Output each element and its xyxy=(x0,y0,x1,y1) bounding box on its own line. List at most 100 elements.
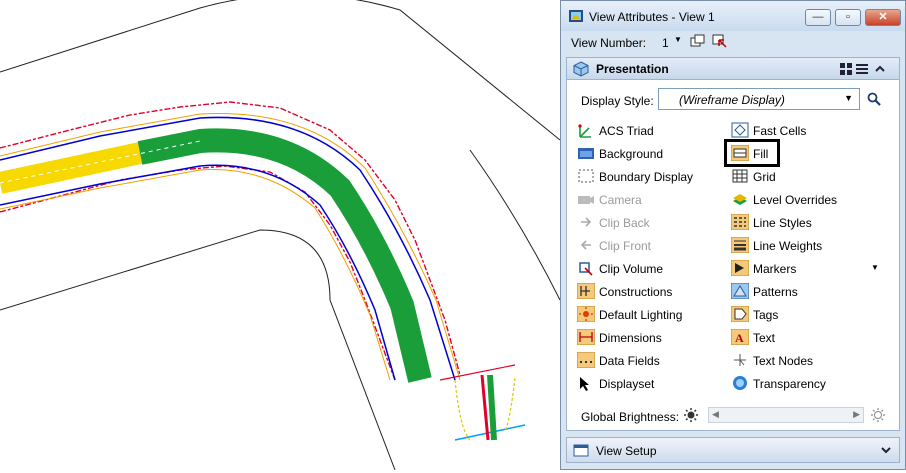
acs-triad-icon xyxy=(578,124,591,138)
presentation-item-patterns[interactable]: Patterns xyxy=(731,281,881,301)
presentation-item-line-styles[interactable]: Line Styles xyxy=(731,212,881,232)
background-icon xyxy=(578,148,594,159)
global-brightness-slider[interactable]: ◀ ▶ xyxy=(708,407,864,423)
presentation-item-default-lighting[interactable]: Default Lighting xyxy=(577,304,727,324)
presentation-item-label: ACS Triad xyxy=(599,124,654,138)
patterns-icon xyxy=(731,283,749,299)
presentation-item-line-weights[interactable]: Line Weights xyxy=(731,235,881,255)
cad-view-canvas[interactable] xyxy=(0,0,561,471)
presentation-item-label: Clip Front xyxy=(599,239,652,253)
tags-icon xyxy=(731,306,749,322)
presentation-title: Presentation xyxy=(596,62,669,76)
slider-left-arrow-icon[interactable]: ◀ xyxy=(712,409,719,420)
presentation-item-background[interactable]: Background xyxy=(577,143,727,163)
presentation-item-label: Displayset xyxy=(599,377,655,391)
minimize-button[interactable]: — xyxy=(805,9,831,26)
chevron-down-icon: ▼ xyxy=(844,93,853,103)
view-number-dropdown-icon[interactable]: ▼ xyxy=(674,35,682,44)
dimensions-icon xyxy=(577,329,595,345)
presentation-item-label: Dimensions xyxy=(599,331,662,345)
default-lighting-icon xyxy=(577,306,595,322)
presentation-item-label: Line Styles xyxy=(753,216,812,230)
presentation-item-level-overrides[interactable]: Level Overrides xyxy=(731,189,881,209)
view-number-bar: View Number: 1 ▼ xyxy=(566,31,900,53)
presentation-item-constructions[interactable]: Constructions xyxy=(577,281,727,301)
list-view-toggle-icon[interactable] xyxy=(855,62,869,76)
view-setup-section[interactable]: View Setup xyxy=(566,437,900,463)
maximize-button[interactable]: ▫ xyxy=(835,9,861,26)
line-weights-icon xyxy=(731,237,749,253)
expand-chevron-icon[interactable] xyxy=(879,443,893,457)
markers-icon xyxy=(731,260,749,276)
view-number-label: View Number: xyxy=(571,36,647,50)
presentation-item-label: Data Fields xyxy=(599,354,660,368)
line-styles-icon xyxy=(731,214,749,230)
presentation-item-tags[interactable]: Tags xyxy=(731,304,881,324)
presentation-item-label: Constructions xyxy=(599,285,673,299)
data-fields-icon xyxy=(577,352,595,368)
view-attributes-dialog: View Attributes - View 1 — ▫ ✕ View Numb… xyxy=(560,0,906,470)
presentation-item-text[interactable]: A Text xyxy=(731,327,881,347)
light-sun-icon xyxy=(871,408,885,422)
copy-view-icon[interactable] xyxy=(690,34,706,49)
presentation-item-clip-front: Clip Front xyxy=(577,235,727,255)
presentation-item-label: Clip Volume xyxy=(599,262,664,276)
presentation-item-label: Boundary Display xyxy=(599,170,694,184)
presentation-item-camera: Camera xyxy=(577,189,727,209)
presentation-item-label: Markers xyxy=(753,262,797,276)
presentation-item-label: Tags xyxy=(753,308,779,322)
presentation-item-text-nodes[interactable]: Text Nodes xyxy=(731,350,881,370)
collapse-chevron-icon[interactable] xyxy=(874,62,886,76)
fast-cells-icon xyxy=(731,122,749,138)
presentation-item-label: Text xyxy=(753,331,776,345)
dialog-titlebar[interactable]: View Attributes - View 1 — ▫ ✕ xyxy=(561,1,905,31)
icon-view-toggle-icon[interactable] xyxy=(839,62,853,76)
presentation-item-acs-triad[interactable]: ACS Triad xyxy=(577,120,727,140)
text-icon: A xyxy=(731,329,749,345)
cube-icon xyxy=(573,61,589,77)
markers-dropdown-icon[interactable]: ▼ xyxy=(871,263,879,272)
boundary-display-icon xyxy=(578,169,594,183)
presentation-item-label: Background xyxy=(599,147,664,161)
presentation-item-grid[interactable]: Grid xyxy=(731,166,881,186)
clip-back-icon xyxy=(581,217,592,227)
presentation-item-label: Text Nodes xyxy=(753,354,814,368)
clip-volume-icon xyxy=(579,262,593,276)
displayset-icon xyxy=(580,377,589,391)
presentation-header[interactable]: Presentation xyxy=(567,58,899,80)
presentation-item-clip-volume[interactable]: Clip Volume xyxy=(577,258,727,278)
transparency-icon xyxy=(733,376,747,390)
presentation-item-boundary-display[interactable]: Boundary Display xyxy=(577,166,727,186)
presentation-item-fast-cells[interactable]: Fast Cells xyxy=(731,120,881,140)
slider-right-arrow-icon[interactable]: ▶ xyxy=(853,409,860,420)
presentation-panel: Presentation Display Style: (Wireframe D… xyxy=(566,57,900,431)
presentation-item-dimensions[interactable]: Dimensions xyxy=(577,327,727,347)
text-nodes-icon xyxy=(734,354,746,366)
presentation-item-label: Level Overrides xyxy=(753,193,838,207)
presentation-item-displayset[interactable]: Displayset xyxy=(577,373,727,393)
presentation-item-label: Camera xyxy=(599,193,642,207)
presentation-item-transparency[interactable]: Transparency xyxy=(731,373,881,393)
presentation-item-label: Line Weights xyxy=(753,239,823,253)
presentation-item-data-fields[interactable]: Data Fields xyxy=(577,350,727,370)
view-number-value[interactable]: 1 xyxy=(662,36,669,50)
search-icon[interactable] xyxy=(867,92,881,106)
view-setup-icon xyxy=(573,444,589,457)
camera-icon xyxy=(578,196,594,204)
select-view-icon[interactable] xyxy=(712,34,728,49)
dialog-title: View Attributes - View 1 xyxy=(589,10,715,24)
display-style-select[interactable]: (Wireframe Display) ▼ xyxy=(658,88,860,110)
presentation-item-label: Clip Back xyxy=(599,216,650,230)
presentation-item-label: Default Lighting xyxy=(599,308,683,322)
presentation-item-markers[interactable]: Markers ▼ xyxy=(731,258,881,278)
presentation-item-label: Patterns xyxy=(753,285,798,299)
dark-sun-icon xyxy=(684,408,698,422)
constructions-icon xyxy=(577,283,595,299)
presentation-item-clip-back: Clip Back xyxy=(577,212,727,232)
presentation-item-label: Transparency xyxy=(753,377,826,391)
view-setup-title: View Setup xyxy=(596,444,657,458)
fill-highlight-box xyxy=(724,139,780,167)
road-alignment-drawing xyxy=(0,0,561,471)
svg-text:A: A xyxy=(735,331,744,345)
close-button[interactable]: ✕ xyxy=(865,9,901,26)
